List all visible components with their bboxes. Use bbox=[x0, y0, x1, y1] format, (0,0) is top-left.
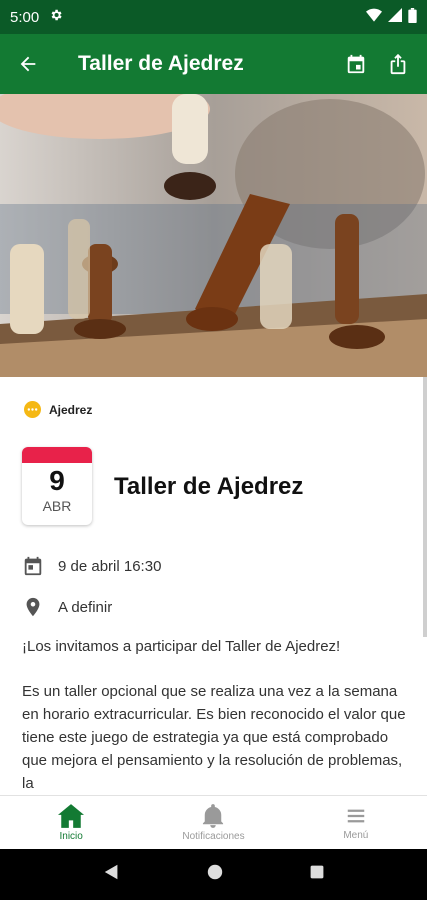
nav-home-label: Inicio bbox=[59, 830, 83, 842]
nav-menu[interactable]: Menú bbox=[285, 796, 427, 849]
system-recents-icon[interactable] bbox=[309, 864, 325, 885]
arrow-back-icon bbox=[20, 56, 36, 72]
bottom-navigation: Inicio Notificaciones Menú bbox=[0, 795, 427, 849]
back-button[interactable] bbox=[0, 34, 56, 94]
share-button[interactable] bbox=[377, 34, 419, 94]
signal-icon bbox=[388, 8, 402, 26]
date-card-band bbox=[22, 447, 92, 463]
calendar-icon bbox=[24, 556, 42, 576]
battery-icon bbox=[408, 7, 417, 27]
event-title: Taller de Ajedrez bbox=[114, 473, 304, 500]
page-title: Taller de Ajedrez bbox=[78, 52, 244, 75]
location-pin-icon bbox=[26, 597, 40, 617]
add-to-calendar-button[interactable] bbox=[335, 34, 377, 94]
event-detail: Ajedrez 9 ABR Taller de Ajedrez 9 de abr… bbox=[0, 377, 427, 795]
nav-notifications-label: Notificaciones bbox=[182, 830, 245, 842]
description-paragraph: ¡Los invitamos a participar del Taller d… bbox=[22, 638, 341, 655]
event-location-row: A definir bbox=[22, 596, 112, 618]
settings-icon bbox=[49, 8, 63, 26]
event-datetime-row: 9 de abril 16:30 bbox=[22, 555, 161, 577]
hamburger-menu-icon bbox=[347, 809, 365, 822]
category-tag[interactable]: Ajedrez bbox=[24, 401, 92, 418]
date-month: ABR bbox=[42, 498, 72, 514]
date-card: 9 ABR bbox=[22, 447, 92, 525]
nav-home[interactable]: Inicio bbox=[0, 796, 142, 849]
description-paragraph: Es un taller opcional que se realiza una… bbox=[22, 683, 406, 792]
category-label: Ajedrez bbox=[49, 402, 93, 417]
nav-notifications[interactable]: Notificaciones bbox=[142, 796, 284, 849]
system-home-icon[interactable] bbox=[206, 863, 224, 886]
scrollbar[interactable] bbox=[423, 377, 427, 637]
category-icon bbox=[24, 401, 41, 418]
event-location: A definir bbox=[58, 598, 113, 616]
status-bar: 5:00 bbox=[0, 0, 427, 34]
wifi-icon bbox=[366, 8, 382, 26]
calendar-icon bbox=[347, 54, 365, 74]
home-icon bbox=[58, 803, 85, 828]
event-description: ¡Los invitamos a participar del Taller d… bbox=[22, 635, 412, 795]
nav-menu-label: Menú bbox=[343, 829, 369, 841]
system-back-icon[interactable] bbox=[103, 863, 121, 886]
app-bar: Taller de Ajedrez bbox=[0, 34, 427, 94]
date-day: 9 bbox=[49, 465, 65, 496]
status-time: 5:00 bbox=[10, 8, 40, 26]
event-datetime: 9 de abril 16:30 bbox=[58, 557, 162, 575]
chess-photo bbox=[0, 94, 427, 377]
bell-icon bbox=[203, 803, 224, 828]
system-navigation-bar bbox=[0, 849, 427, 900]
event-hero-image bbox=[0, 94, 427, 377]
share-icon bbox=[390, 53, 406, 75]
